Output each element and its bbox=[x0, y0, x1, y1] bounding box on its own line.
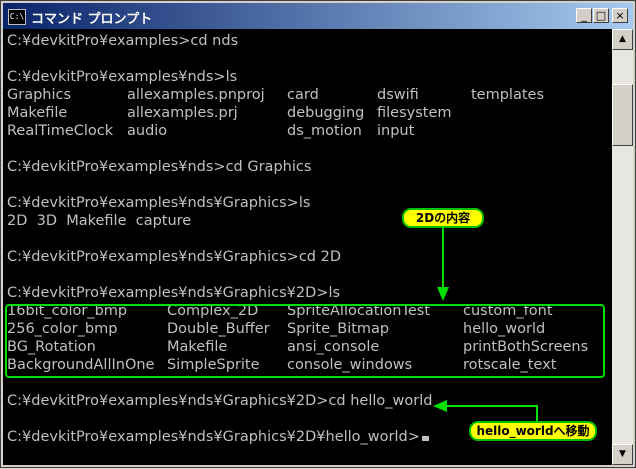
maximize-button[interactable]: □ bbox=[593, 8, 609, 23]
console-line: C:¥devkitPro¥examples>cd nds bbox=[7, 33, 239, 49]
minimize-button[interactable]: _ bbox=[576, 8, 592, 23]
nds-listing-entry: audio bbox=[127, 123, 168, 139]
console-app-icon[interactable]: C:\ bbox=[8, 9, 26, 25]
console-output[interactable]: C:¥devkitPro¥examples>cd nds C:¥devkitPro… bbox=[3, 29, 612, 465]
nds-listing-entry: Graphics bbox=[7, 87, 72, 103]
window-title: コマンド プロンプト bbox=[31, 12, 153, 27]
scroll-thumb[interactable] bbox=[612, 84, 633, 146]
nds-listing-entry: Makefile bbox=[7, 105, 68, 121]
title-bar[interactable]: C:\ コマンド プロンプト _ □ × bbox=[3, 3, 633, 29]
console-line: C:¥devkitPro¥examples¥nds¥Graphics¥2D¥he… bbox=[7, 428, 429, 446]
nds-listing-entry: templates bbox=[471, 87, 545, 103]
nds-listing-entry: debugging bbox=[287, 105, 365, 121]
console-line: C:¥devkitPro¥examples¥nds¥Graphics>cd 2D bbox=[7, 249, 342, 265]
callout-2d-contents: 2Dの内容 bbox=[402, 208, 484, 228]
nds-listing-entry: dswifi bbox=[377, 87, 419, 103]
nds-listing-entry: RealTimeClock bbox=[7, 123, 114, 139]
console-line: C:¥devkitPro¥examples¥nds>cd Graphics bbox=[7, 159, 312, 175]
scroll-up-button[interactable]: ▲ bbox=[612, 29, 633, 50]
nds-listing-entry: allexamples.prj bbox=[127, 105, 238, 121]
scroll-down-button[interactable]: ▼ bbox=[612, 444, 633, 465]
command-prompt-window: C:\ コマンド プロンプト _ □ × C:¥devkitPro¥exampl… bbox=[0, 0, 636, 468]
nds-listing-entry: filesystem bbox=[377, 105, 452, 121]
nds-listing-entry: input bbox=[377, 123, 415, 139]
console-line: C:¥devkitPro¥examples¥nds>ls bbox=[7, 69, 238, 85]
console-line: C:¥devkitPro¥examples¥nds¥Graphics¥2D>ls bbox=[7, 285, 341, 301]
console-line: C:¥devkitPro¥examples¥nds¥Graphics¥2D>cd… bbox=[7, 393, 433, 409]
text-cursor bbox=[421, 436, 429, 441]
console-line: 2D 3D Makefile capture bbox=[7, 213, 192, 229]
close-button[interactable]: × bbox=[612, 8, 628, 23]
console-line: C:¥devkitPro¥examples¥nds¥Graphics>ls bbox=[7, 195, 311, 211]
nds-listing-entry: allexamples.pnproj bbox=[127, 87, 265, 103]
vertical-scrollbar[interactable]: ▲ ▼ bbox=[612, 29, 633, 465]
twod-listing-highlight bbox=[5, 304, 605, 378]
nds-listing-entry: ds_motion bbox=[287, 123, 362, 139]
callout-move-to-hello-world: hello_worldへ移動 bbox=[469, 421, 597, 441]
nds-listing-entry: card bbox=[287, 87, 319, 103]
